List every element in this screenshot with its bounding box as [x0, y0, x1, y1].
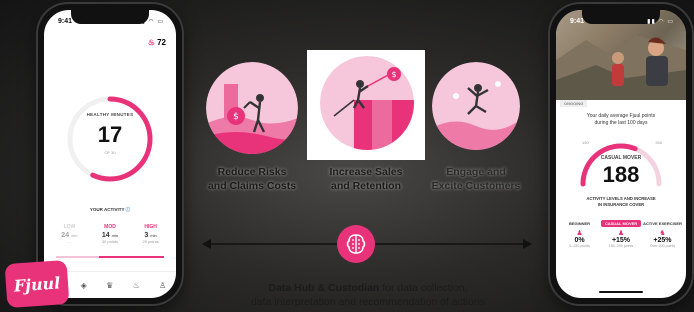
level-low[interactable]: LOW 24 min — [52, 224, 87, 244]
level-minutes-wrap: 3 min [133, 232, 168, 239]
caption-line: and Retention [331, 180, 401, 192]
walker-icon: ♟ [576, 230, 583, 237]
cover-level-name: ACTIVE EXERCISER [643, 221, 682, 226]
profile-icon[interactable]: ♙ [159, 281, 166, 290]
cover-level-name: BEGINNER [568, 221, 591, 226]
engage-customers-illustration [432, 62, 520, 150]
level-minutes: 14 [101, 232, 110, 239]
ring-label-top: HEALTHY MINUTES [86, 112, 134, 117]
gauge-left-tick: 150 [582, 140, 589, 145]
tab-label: ONGOING [564, 101, 584, 106]
gauge-level: CASUAL MOVER [600, 155, 642, 161]
status-icons: ▮▮ ◠ ▭ [647, 19, 674, 25]
tab-ongoing[interactable]: ONGOING [560, 100, 588, 107]
data-hub-description: Data Hub & Custodian for data collection… [198, 281, 538, 309]
ring-value: 17 [97, 122, 123, 147]
level-name: MOD [104, 224, 116, 230]
card-caption-sales: Increase Sales and Retention [312, 165, 420, 193]
svg-text:$: $ [391, 70, 396, 79]
activity-title: YOUR ACTIVITY ⓘ [89, 207, 131, 212]
trophy-icon[interactable]: ♛ [106, 281, 113, 290]
level-unit: min [71, 233, 78, 238]
status-icons: ▮▮ ◠ ▭ [137, 19, 164, 25]
cover-level-pct: +15% [611, 237, 631, 244]
activity-bar [56, 256, 164, 258]
caption-line: Increase Sales [329, 166, 403, 178]
illustration-svg: $ [320, 56, 414, 150]
cover-levels: BEGINNER ♟ 0% 0–150 points CASUAL MOVER … [560, 220, 682, 248]
home-indicator [599, 291, 643, 293]
fjuul-logo: Fjuul [4, 259, 70, 309]
status-time: 9:41 [58, 18, 73, 25]
intro-line: Your daily average Fjuul points [586, 113, 656, 119]
level-points: 30 points [101, 239, 119, 244]
level-unit: min [150, 233, 157, 238]
caption-line: Engage and [446, 166, 506, 178]
runner-icon: ♞ [659, 230, 666, 237]
caption-line: Excite Customers [431, 180, 521, 192]
flame-tab-icon[interactable]: ♨ [133, 281, 140, 290]
level-minutes: 3 [144, 232, 149, 239]
cover-level-active[interactable]: ACTIVE EXERCISER ♞ +25% Over 200 points [643, 220, 682, 248]
level-minutes-wrap: 24 min [52, 232, 87, 239]
level-mod[interactable]: MOD 14 min 30 points [93, 224, 128, 244]
status-time: 9:41 [570, 18, 585, 25]
level-name: HIGH [144, 224, 157, 230]
cover-level-pct: +25% [653, 237, 672, 244]
level-minutes-wrap: 14 min [93, 232, 128, 239]
cover-level-name: CASUAL MOVER [601, 220, 641, 227]
illustration-svg: $ [206, 62, 298, 154]
intro-line: during the last 100 days [594, 120, 648, 126]
walker-icon: ♟ [617, 230, 625, 237]
right-phone-screen: 9:41 ▮▮ ◠ ▭ ONGOING Your daily average F… [556, 10, 686, 298]
caption-line: Reduce Risks [217, 166, 287, 178]
info-icon[interactable]: ⓘ [126, 207, 131, 212]
intro-text: Your daily average Fjuul points during t… [556, 113, 686, 127]
description-rest: for data collection, [379, 282, 468, 294]
cover-level-pct: 0% [574, 237, 585, 244]
activity-bar-fill [99, 256, 164, 258]
illustration-svg [432, 62, 520, 150]
left-phone-screen: 9:41 ▮▮ ◠ ▭ ♨ 72 HEALTHY MINUTES 17 OF 3… [44, 10, 176, 298]
level-minutes: 24 [61, 232, 70, 239]
cover-level-range: Over 200 points [649, 244, 676, 248]
data-hub-badge [337, 225, 375, 263]
levels-title: ACTIVITY LEVELS AND INCREASE IN INSURANC… [556, 196, 686, 208]
description-line-2: data interpretation and recommendation o… [250, 296, 486, 308]
reduce-risks-illustration: $ [206, 62, 298, 154]
svg-text:$: $ [233, 112, 239, 122]
gem-icon[interactable]: ◈ [81, 281, 87, 290]
level-unit: min [111, 233, 119, 238]
ring-label-bottom: OF 30 [104, 150, 116, 155]
caption-line: and Claims Costs [207, 180, 297, 192]
level-name: LOW [63, 224, 76, 230]
cover-level-beginner[interactable]: BEGINNER ♟ 0% 0–150 points [560, 220, 599, 248]
description-bold: Data Hub & Custodian [268, 282, 380, 294]
gauge-right-tick: 250 [655, 140, 662, 145]
right-phone: 9:41 ▮▮ ◠ ▭ ONGOING Your daily average F… [550, 4, 692, 304]
left-phone: 9:41 ▮▮ ◠ ▭ ♨ 72 HEALTHY MINUTES 17 OF 3… [38, 4, 182, 304]
fjuul-logo-text: Fjuul [13, 272, 61, 296]
flame-icon: ♨ [147, 38, 155, 47]
streak-badge[interactable]: ♨ 72 [148, 38, 166, 47]
level-points: — [67, 239, 72, 244]
level-points: 20 points [142, 239, 159, 244]
description-line-1: Data Hub & Custodian for data collection… [198, 281, 538, 295]
increase-sales-illustration: $ [307, 50, 425, 160]
illustration-circle: $ [320, 56, 414, 150]
levels-title-line: IN INSURANCE COVER [597, 202, 645, 207]
card-caption-engage: Engage and Excite Customers [422, 165, 530, 193]
brain-icon [346, 234, 366, 254]
cover-level-range: 150–200 points [608, 244, 634, 248]
level-high[interactable]: HIGH 3 min 20 points [133, 224, 168, 244]
card-caption-reduce: Reduce Risks and Claims Costs [198, 165, 306, 193]
gauge-value: 188 [602, 162, 640, 187]
cover-level-casual[interactable]: CASUAL MOVER ♟ +15% 150–200 points [601, 220, 641, 248]
cover-level-range: 0–150 points [569, 244, 590, 248]
activity-levels: LOW 24 min — MOD 14 min 30 points HIGH 3 [52, 224, 168, 244]
